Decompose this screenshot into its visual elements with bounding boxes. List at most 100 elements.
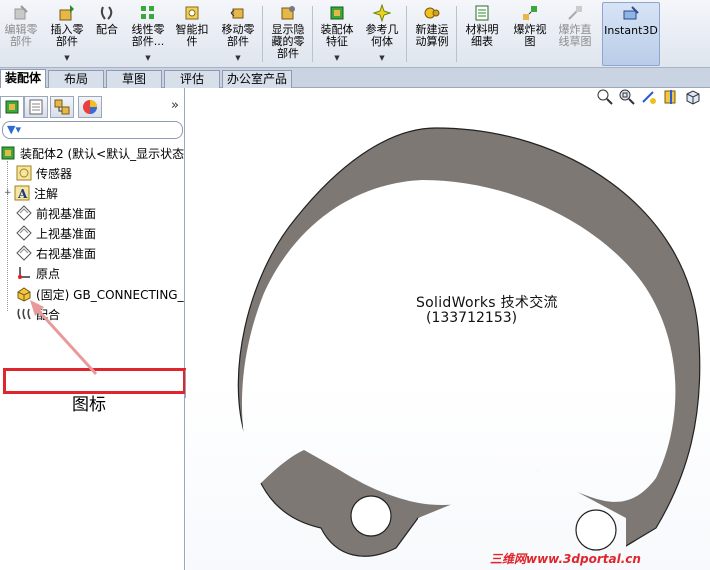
tab-office-products[interactable]: 办公室产品 [222, 70, 292, 88]
explode-line-sketch-label: 爆炸直 线草图 [558, 23, 592, 48]
tree-item-top-plane[interactable]: 上视基准面 [16, 223, 96, 243]
feature-manager-icon [5, 100, 19, 114]
panel-tabs: » [0, 96, 185, 118]
move-component-icon [230, 8, 244, 19]
smart-fastener-label: 智能扣 件 [175, 23, 209, 48]
edit-part-label: 编辑零 部件 [4, 23, 38, 48]
reference-geometry-button[interactable]: 参考几 何体 ▼ [361, 2, 403, 66]
ring-body[interactable] [237, 127, 701, 570]
linear-pattern-button[interactable]: 线性零 部件... ▼ [126, 2, 170, 66]
exploded-view-icon [523, 6, 537, 20]
mate-group-icon [17, 308, 31, 320]
origin-icon [18, 267, 30, 279]
annotation-label: 图标 [72, 395, 106, 415]
mate-button[interactable]: 配合 [92, 2, 122, 66]
tree-item-origin[interactable]: 原点 [16, 263, 60, 283]
tree-filter-input[interactable]: ▼▾ [2, 121, 183, 139]
linear-pattern-icon [141, 6, 154, 19]
chevron-down-icon[interactable]: ▼ [379, 52, 384, 64]
show-hidden-icon [281, 6, 295, 20]
toolbar-separator [312, 6, 313, 62]
exploded-view-label: 爆炸视 图 [513, 23, 547, 48]
move-component-label: 移动零 部件 [221, 23, 255, 48]
tab-assembly[interactable]: 装配体 [0, 69, 46, 88]
explode-line-sketch-button[interactable]: 爆炸直 线草图 [552, 2, 598, 66]
tree-item-component[interactable]: (固定) GB_CONNECTING_ [16, 284, 184, 304]
instant3d-icon [623, 6, 639, 20]
tree-item-sensors[interactable]: 传感器 [16, 163, 72, 183]
annotation-icon: A [14, 185, 30, 201]
bom-icon [475, 5, 489, 21]
bom-button[interactable]: 材料明 细表 [460, 2, 504, 66]
assembly-feature-button[interactable]: 装配体 特征 ▼ [315, 2, 359, 66]
tab-sketch[interactable]: 草图 [106, 70, 162, 88]
ring-lug-hole [350, 495, 392, 537]
instant3d-button[interactable]: Instant3D [602, 2, 660, 66]
reference-geometry-icon [373, 4, 391, 22]
tree-item-label: 上视基准面 [36, 226, 97, 241]
retaining-ring-part[interactable] [186, 88, 710, 570]
mate-label: 配合 [96, 23, 118, 36]
chevron-down-icon[interactable]: ▼ [145, 52, 150, 64]
tree-item-label: 配合 [36, 307, 61, 322]
command-manager-toolbar: 编辑零 部件 插入零 部件 ▼ 配合 线性零 部件... ▼ 智能扣 件 移动零… [0, 0, 710, 68]
ring-lug-hole [575, 509, 617, 551]
smart-fastener-icon [185, 6, 199, 20]
tree-item-label: (固定) GB_CONNECTING_ [36, 287, 184, 302]
tree-item-front-plane[interactable]: 前视基准面 [16, 203, 96, 223]
move-component-button[interactable]: 移动零 部件 ▼ [216, 2, 260, 66]
tab-layout[interactable]: 布局 [48, 70, 104, 88]
exploded-view-button[interactable]: 爆炸视 图 [508, 2, 552, 66]
chevron-down-icon[interactable]: ▼ [235, 52, 240, 64]
new-motion-study-button[interactable]: 新建运 动算例 [410, 2, 454, 66]
tab-configuration-manager[interactable] [50, 96, 74, 118]
tree-item-label: 装配体2 (默认<默认_显示状态 [20, 146, 185, 161]
toolbar-separator [456, 6, 457, 62]
tree-item-mates[interactable]: 配合 [16, 304, 60, 324]
explode-line-sketch-icon [568, 6, 582, 20]
instant3d-label: Instant3D [604, 24, 658, 37]
tree-item-label: 注解 [34, 186, 59, 201]
assembly-feature-label: 装配体 特征 [320, 23, 354, 48]
feature-manager-panel: » ▼▾ 装配体2 (默认<默认_显示状态 传感器 + A 注解 前视基准面 上… [0, 88, 186, 570]
show-hidden-components-button[interactable]: 显示隐 藏的零 部件 [266, 2, 310, 66]
linear-pattern-label: 线性零 部件... [131, 23, 165, 48]
tab-evaluate[interactable]: 评估 [164, 70, 220, 88]
assembly-icon [1, 146, 15, 160]
insert-component-icon [59, 5, 74, 21]
insert-component-label: 插入零 部件 [50, 23, 84, 48]
watermark-number: (133712153) [426, 310, 518, 326]
tree-item-right-plane[interactable]: 右视基准面 [16, 243, 96, 263]
chevron-down-icon[interactable]: ▼ [334, 52, 339, 64]
plane-icon [16, 225, 32, 241]
tree-item-label: 传感器 [36, 166, 73, 181]
tree-item-label: 前视基准面 [36, 206, 97, 221]
tab-feature-manager[interactable] [0, 96, 24, 118]
svg-text:A: A [17, 187, 28, 201]
tree-item-annotations[interactable]: + A 注解 [4, 183, 58, 203]
sensor-icon [16, 165, 32, 181]
assembly-feature-icon [330, 6, 344, 20]
tab-property-manager[interactable] [24, 96, 48, 118]
expand-plus-icon[interactable]: + [4, 188, 14, 198]
insert-component-button[interactable]: 插入零 部件 ▼ [44, 2, 90, 66]
edit-part-icon [14, 5, 28, 20]
mate-icon [100, 6, 113, 20]
tree-item-root-assembly[interactable]: 装配体2 (默认<默认_显示状态 [0, 143, 184, 163]
smart-fastener-button[interactable]: 智能扣 件 [172, 2, 212, 66]
expand-panel-icon[interactable]: » [171, 98, 179, 113]
filter-icon[interactable]: ▼▾ [7, 123, 21, 136]
chevron-down-icon[interactable]: ▼ [64, 52, 69, 64]
show-hidden-label: 显示隐 藏的零 部件 [271, 23, 305, 60]
toolbar-separator [406, 6, 407, 62]
tab-display-manager[interactable] [78, 96, 102, 118]
property-manager-icon [29, 99, 43, 115]
graphics-area[interactable]: SolidWorks 技术交流 (133712153) [186, 88, 710, 570]
configuration-manager-icon [54, 99, 70, 115]
watermark-text: SolidWorks 技术交流 [416, 295, 558, 311]
motion-study-label: 新建运 动算例 [415, 23, 449, 48]
motion-study-icon [424, 7, 440, 19]
display-manager-icon [83, 100, 97, 114]
edit-part-button[interactable]: 编辑零 部件 [0, 2, 42, 66]
site-watermark: 三维网www.3dportal.cn [490, 552, 641, 566]
